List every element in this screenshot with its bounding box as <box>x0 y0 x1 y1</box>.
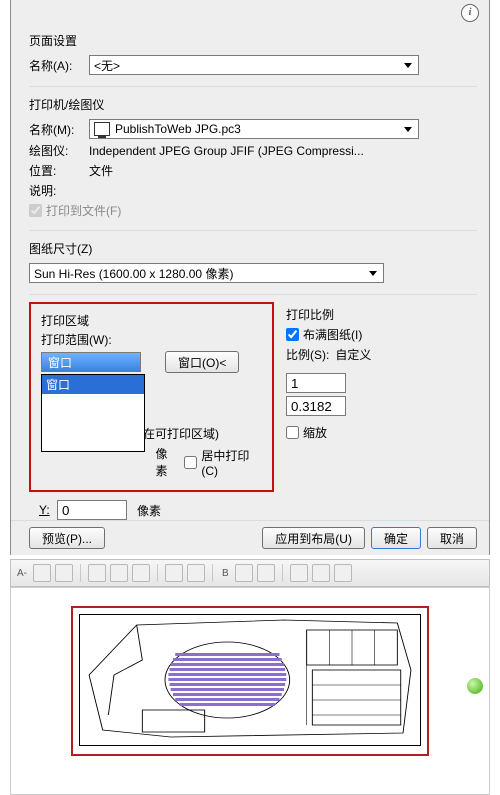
group-printer: 打印机/绘图仪 名称(M): PublishToWeb JPG.pc3 绘图仪:… <box>29 90 477 231</box>
range-combo[interactable]: 窗口 窗口 范围 图形界限 显示 <box>41 352 141 372</box>
print-to-file-check: 打印到文件(F) <box>29 202 121 219</box>
page-name-value: <无> <box>94 57 120 74</box>
toolbar-icon[interactable] <box>312 564 330 582</box>
paper-size-value: Sun Hi-Res (1600.00 x 1280.00 像素) <box>34 265 233 282</box>
toolbar-icon[interactable] <box>334 564 352 582</box>
preview-button[interactable]: 预览(P)... <box>29 527 105 549</box>
print-area-highlight: 打印区域 打印范围(W): 窗口 窗口 范围 图形界限 显示 <box>29 302 274 492</box>
info-icon[interactable]: i <box>461 4 479 22</box>
status-dot-icon <box>467 678 483 694</box>
toolbar-chip[interactable]: B <box>220 568 231 579</box>
floor-plan <box>79 614 421 746</box>
printer-name-combo[interactable]: PublishToWeb JPG.pc3 <box>89 119 419 139</box>
toolbar-icon[interactable] <box>187 564 205 582</box>
ratio-label: 比例(S): <box>286 346 329 363</box>
range-option[interactable]: 窗口 <box>42 375 144 394</box>
center-print-label: 居中打印(C) <box>201 447 262 478</box>
fit-paper-label: 布满图纸(I) <box>303 326 362 343</box>
printer-title: 打印机/绘图仪 <box>29 96 477 113</box>
y-label: Y: <box>39 503 57 517</box>
toolbar-icon[interactable] <box>88 564 106 582</box>
location-label: 位置: <box>29 162 89 179</box>
location-value: 文件 <box>89 162 113 179</box>
range-option[interactable]: 显示 <box>42 432 144 451</box>
apply-button[interactable]: 应用到布局(U) <box>262 527 365 549</box>
desc-label: 说明: <box>29 182 89 199</box>
dialog-buttons: 预览(P)... 应用到布局(U) 确定 取消 <box>11 520 489 549</box>
toolbar-icon[interactable] <box>110 564 128 582</box>
plotter-value: Independent JPEG Group JFIF (JPEG Compre… <box>89 144 364 158</box>
chevron-down-icon <box>369 271 377 276</box>
preview-canvas <box>10 587 490 795</box>
range-option[interactable]: 图形界限 <box>42 413 144 432</box>
toolbar-icon[interactable] <box>55 564 73 582</box>
center-print-check[interactable]: 居中打印(C) <box>184 447 262 478</box>
range-option[interactable]: 范围 <box>42 394 144 413</box>
fit-paper-check[interactable]: 布满图纸(I) <box>286 326 362 343</box>
plotter-label: 绘图仪: <box>29 142 89 159</box>
toolbar-icon[interactable] <box>33 564 51 582</box>
shrink-checkbox[interactable] <box>286 426 299 439</box>
shrink-check[interactable]: 缩放 <box>286 424 327 441</box>
y-input[interactable] <box>57 500 127 520</box>
ratio-value: 自定义 <box>335 346 371 363</box>
print-to-file-checkbox <box>29 204 42 217</box>
paper-size-combo[interactable]: Sun Hi-Res (1600.00 x 1280.00 像素) <box>29 263 384 283</box>
area-title: 打印区域 <box>41 312 262 329</box>
page-name-label: 名称(A): <box>29 57 89 74</box>
print-to-file-label: 打印到文件(F) <box>46 202 121 219</box>
cad-toolbar: A- B <box>10 559 490 587</box>
page-setup-title: 页面设置 <box>29 32 477 49</box>
scale-num1-input[interactable] <box>286 373 346 393</box>
range-selected: 窗口 <box>48 354 72 371</box>
group-page-setup: 页面设置 名称(A): <无> <box>29 6 477 87</box>
unit-label-2: 像素 <box>137 502 161 519</box>
scale-title: 打印比例 <box>286 298 477 323</box>
toolbar-icon[interactable] <box>132 564 150 582</box>
page-name-combo[interactable]: <无> <box>89 55 419 75</box>
toolbar-chip[interactable]: A- <box>15 568 29 579</box>
center-print-checkbox[interactable] <box>184 456 197 469</box>
toolbar-icon[interactable] <box>290 564 308 582</box>
plotter-icon <box>94 122 110 136</box>
paper-title: 图纸尺寸(Z) <box>29 240 477 257</box>
shrink-label: 缩放 <box>303 424 327 441</box>
group-paper: 图纸尺寸(Z) Sun Hi-Res (1600.00 x 1280.00 像素… <box>29 234 477 295</box>
range-dropdown: 窗口 范围 图形界限 显示 <box>41 374 145 452</box>
toolbar-icon[interactable] <box>165 564 183 582</box>
window-pick-button[interactable]: 窗口(O)< <box>165 351 239 373</box>
range-label: 打印范围(W): <box>41 331 262 348</box>
chevron-down-icon <box>404 127 412 132</box>
printer-name-value: PublishToWeb JPG.pc3 <box>115 122 241 136</box>
chevron-down-icon <box>404 63 412 68</box>
ok-button[interactable]: 确定 <box>371 527 421 549</box>
printer-name-label: 名称(M): <box>29 121 89 138</box>
scale-num2-input[interactable] <box>286 396 346 416</box>
print-sheet-outline <box>71 606 429 756</box>
fit-paper-checkbox[interactable] <box>286 328 299 341</box>
toolbar-icon[interactable] <box>235 564 253 582</box>
cancel-button[interactable]: 取消 <box>427 527 477 549</box>
toolbar-icon[interactable] <box>257 564 275 582</box>
unit-label: 像素 <box>156 445 179 479</box>
offset-note: 在可打印区域) <box>143 425 219 442</box>
